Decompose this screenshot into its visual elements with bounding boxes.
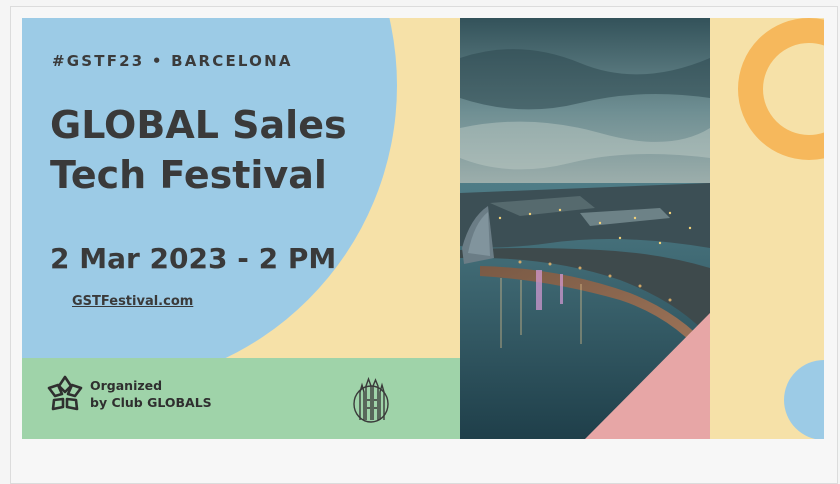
event-tagline: #GSTF23 • BARCELONA — [52, 52, 293, 70]
event-title-line-2: Tech Festival — [50, 153, 327, 197]
organizer-text: Organized by Club GLOBALS — [90, 377, 212, 411]
barcelona-aerial-photo — [460, 18, 710, 439]
banner-right-panel — [710, 18, 824, 439]
orange-ring-shape — [738, 18, 824, 160]
organizer-line-1: Organized — [90, 378, 163, 393]
blue-circle-accent — [784, 360, 824, 439]
organizer-line-2: by Club GLOBALS — [90, 395, 212, 410]
event-title-line-1: GLOBAL Sales — [50, 103, 347, 147]
blue-circle-shape — [22, 18, 397, 388]
banner-left-panel: #GSTF23 • BARCELONA GLOBAL Sales Tech Fe… — [22, 18, 460, 439]
event-title: GLOBAL Sales Tech Festival — [50, 100, 410, 200]
event-website-link[interactable]: GSTFestival.com — [72, 294, 193, 309]
event-date: 2 Mar 2023 - 2 PM — [50, 242, 337, 275]
club-globals-logo-icon — [47, 375, 83, 411]
event-banner: #GSTF23 • BARCELONA GLOBAL Sales Tech Fe… — [22, 18, 824, 439]
sagrada-familia-icon — [353, 376, 389, 423]
organizer-band — [22, 358, 460, 439]
